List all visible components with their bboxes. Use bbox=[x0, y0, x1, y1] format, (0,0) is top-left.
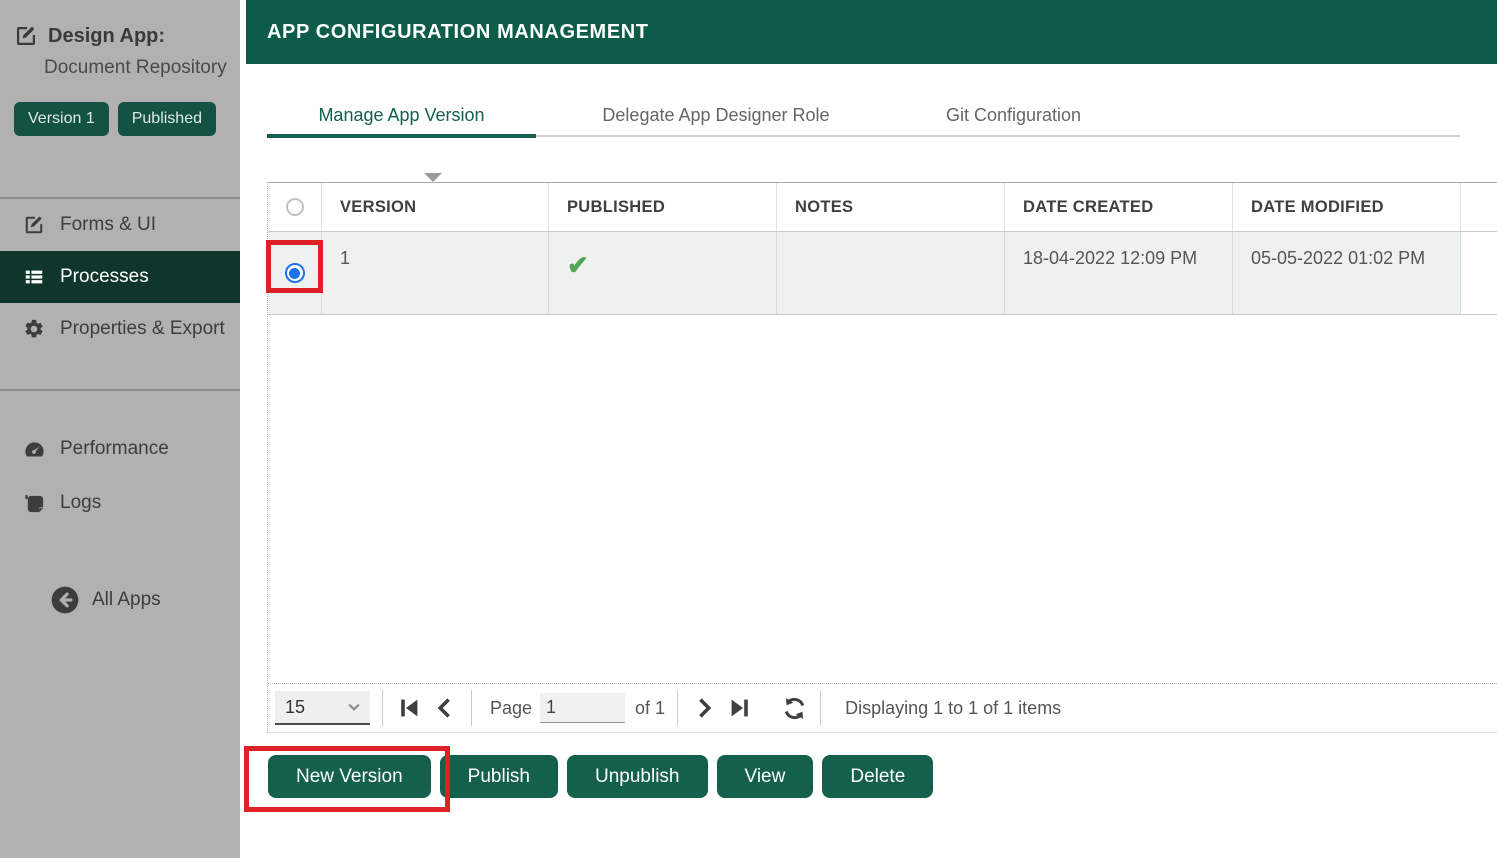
column-header-date-created[interactable]: DATE CREATED bbox=[1005, 183, 1233, 231]
column-header-published[interactable]: PUBLISHED bbox=[549, 183, 777, 231]
sidebar-item-label: Logs bbox=[60, 492, 101, 514]
version-table: VERSION PUBLISHED NOTES DATE CREATED DAT… bbox=[267, 182, 1497, 733]
page-number-input[interactable] bbox=[540, 693, 625, 723]
sidebar-item-forms-ui[interactable]: Forms & UI bbox=[0, 199, 240, 251]
version-badge: Version 1 bbox=[14, 102, 109, 136]
cell-date-created: 18-04-2022 12:09 PM bbox=[1005, 232, 1233, 314]
table-header-row: VERSION PUBLISHED NOTES DATE CREATED DAT… bbox=[268, 182, 1497, 232]
sidebar-tools: Performance Logs bbox=[0, 422, 240, 530]
action-button-row: New Version Publish Unpublish View Delet… bbox=[268, 755, 933, 798]
column-header-spacer bbox=[1461, 183, 1497, 231]
sidebar-item-logs[interactable]: Logs bbox=[0, 476, 240, 530]
divider bbox=[820, 690, 821, 726]
badge-group: Version 1 Published bbox=[14, 102, 216, 136]
divider bbox=[382, 690, 383, 726]
refresh-icon[interactable] bbox=[780, 693, 808, 723]
first-page-button[interactable] bbox=[395, 693, 423, 723]
cell-date-modified: 05-05-2022 01:02 PM bbox=[1233, 232, 1461, 314]
all-apps-label: All Apps bbox=[92, 589, 161, 611]
radio-checked-icon bbox=[285, 263, 305, 283]
sidebar-divider bbox=[0, 389, 240, 391]
sidebar-item-all-apps[interactable]: All Apps bbox=[50, 578, 161, 622]
tab-manage-app-version[interactable]: Manage App Version bbox=[267, 96, 536, 135]
page-title: APP CONFIGURATION MANAGEMENT bbox=[267, 21, 649, 44]
sidebar-item-label: Properties & Export bbox=[60, 318, 225, 340]
page-header: APP CONFIGURATION MANAGEMENT bbox=[246, 0, 1497, 64]
speedometer-icon bbox=[22, 438, 46, 461]
tab-git-configuration[interactable]: Git Configuration bbox=[896, 96, 1131, 135]
last-page-button[interactable] bbox=[726, 693, 754, 723]
sidebar-item-performance[interactable]: Performance bbox=[0, 422, 240, 476]
edit-icon bbox=[22, 214, 46, 236]
arrow-left-circle-icon bbox=[50, 585, 80, 615]
new-version-button[interactable]: New Version bbox=[268, 755, 431, 798]
table-row[interactable]: 1 ✔ 18-04-2022 12:09 PM 05-05-2022 01:02… bbox=[268, 232, 1497, 315]
sidebar-item-label: Processes bbox=[60, 266, 149, 288]
sort-descending-icon bbox=[424, 173, 442, 182]
edit-icon bbox=[14, 24, 38, 48]
next-page-button[interactable] bbox=[690, 693, 718, 723]
select-all-radio[interactable] bbox=[268, 183, 322, 231]
pagination-status: Displaying 1 to 1 of 1 items bbox=[845, 698, 1061, 719]
page-of-label: of 1 bbox=[635, 698, 665, 719]
table-empty-area bbox=[268, 315, 1497, 683]
gear-icon bbox=[22, 318, 46, 340]
divider bbox=[471, 690, 472, 726]
column-header-notes[interactable]: NOTES bbox=[777, 183, 1005, 231]
cell-published: ✔ bbox=[549, 232, 777, 314]
chevron-down-icon bbox=[346, 699, 362, 715]
previous-page-button[interactable] bbox=[431, 693, 459, 723]
page-size-value: 15 bbox=[285, 697, 305, 718]
view-button[interactable]: View bbox=[717, 755, 814, 798]
cell-notes bbox=[777, 232, 1005, 314]
sidebar-nav: Forms & UI Processes Properties & Export bbox=[0, 199, 240, 355]
unpublish-button[interactable]: Unpublish bbox=[567, 755, 708, 798]
logs-icon bbox=[22, 492, 46, 515]
published-badge: Published bbox=[118, 102, 216, 136]
delete-button[interactable]: Delete bbox=[822, 755, 933, 798]
cell-version: 1 bbox=[322, 232, 549, 314]
radio-unchecked-icon bbox=[286, 198, 304, 216]
column-header-date-modified[interactable]: DATE MODIFIED bbox=[1233, 183, 1461, 231]
app-name: Document Repository bbox=[44, 57, 227, 79]
pagination-bar: 15 Page of 1 bbox=[268, 683, 1497, 733]
divider bbox=[677, 690, 678, 726]
page-label: Page bbox=[490, 698, 532, 719]
design-app-label: Design App: bbox=[48, 25, 165, 48]
cell-spacer bbox=[1461, 232, 1497, 314]
tab-bar: Manage App Version Delegate App Designer… bbox=[267, 96, 1460, 137]
tab-delegate-app-designer-role[interactable]: Delegate App Designer Role bbox=[536, 96, 896, 135]
page-size-select[interactable]: 15 bbox=[275, 691, 370, 725]
design-app-heading: Design App: bbox=[14, 24, 165, 48]
published-check-icon: ✔ bbox=[567, 252, 589, 278]
sidebar-item-label: Performance bbox=[60, 438, 169, 460]
sidebar-item-properties-export[interactable]: Properties & Export bbox=[0, 303, 240, 355]
sidebar-item-label: Forms & UI bbox=[60, 214, 156, 236]
table-list-icon bbox=[22, 266, 46, 288]
column-header-version[interactable]: VERSION bbox=[322, 183, 549, 231]
sidebar: Design App: Document Repository Version … bbox=[0, 0, 240, 858]
sidebar-item-processes[interactable]: Processes bbox=[0, 251, 240, 303]
publish-button[interactable]: Publish bbox=[440, 755, 558, 798]
row-select-radio[interactable] bbox=[268, 232, 322, 314]
